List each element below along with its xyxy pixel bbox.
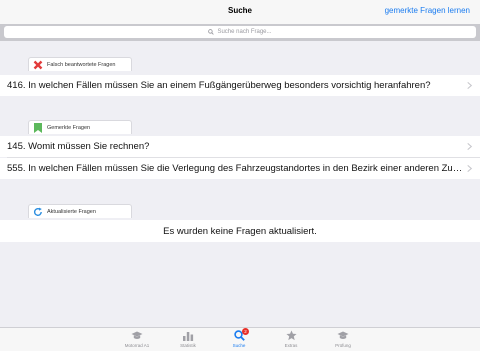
tab-label: Motorrad A1 (124, 343, 150, 348)
section-title: Falsch beantwortete Fragen (47, 61, 116, 68)
question-text: 145. Womit müssen Sie rechnen? (7, 141, 150, 152)
chevron-right-icon (467, 81, 473, 90)
tab-statistik[interactable]: Statistik (163, 330, 213, 351)
star-icon (285, 330, 297, 341)
tab-pruefung[interactable]: Prüfung (318, 330, 368, 351)
search-icon (208, 29, 215, 35)
empty-state-text: Es wurden keine Fragen aktualisiert. (163, 225, 317, 237)
list-item-bookmarked-555[interactable]: 555. In welchen Fällen müssen Sie die Ve… (0, 158, 480, 179)
graduation-cap-icon (131, 330, 143, 341)
tab-extras[interactable]: Extras (266, 330, 316, 351)
chevron-right-icon (467, 142, 473, 151)
section-title: Aktualisierte Fragen (47, 208, 96, 215)
blue-refresh-icon (33, 207, 43, 217)
green-bookmark-icon (33, 122, 43, 133)
section-title: Gemerkte Fragen (47, 124, 91, 131)
bar-chart-icon (182, 330, 194, 341)
tab-label: Prüfung (335, 343, 351, 348)
question-text: 555. In welchen Fällen müssen Sie die Ve… (7, 163, 464, 174)
section-header-wrong: Falsch beantwortete Fragen (28, 57, 132, 71)
section-header-updated: Aktualisierte Fragen (28, 204, 132, 218)
tab-suche[interactable]: 2 Suche (214, 328, 264, 351)
tab-label: Statistik (180, 343, 196, 348)
chevron-right-icon (467, 164, 473, 173)
search-placeholder: Suche nach Frage... (217, 29, 272, 35)
search-icon: 2 (233, 328, 249, 341)
notification-badge: 2 (242, 328, 249, 335)
question-text: 416. In welchen Fällen müssen Sie an ein… (7, 80, 431, 91)
tab-bar: Motorrad A1 Statistik 2 Suche Extras Prü… (0, 327, 480, 351)
tab-label: Suche (232, 343, 246, 348)
search-bar: Suche nach Frage... (0, 24, 480, 41)
navigation-bar: Suche gemerkte Fragen lernen (0, 0, 480, 24)
graduation-cap-icon (337, 330, 349, 341)
search-input[interactable]: Suche nach Frage... (4, 26, 476, 38)
list-item-bookmarked-145[interactable]: 145. Womit müssen Sie rechnen? (0, 136, 480, 157)
tab-label: Extras (284, 343, 298, 348)
red-x-icon (33, 60, 43, 70)
list-item-wrong-416[interactable]: 416. In welchen Fällen müssen Sie an ein… (0, 75, 480, 96)
empty-state: Es wurden keine Fragen aktualisiert. (0, 220, 480, 242)
tab-motorrad-a1[interactable]: Motorrad A1 (112, 330, 162, 351)
section-header-bookmarked: Gemerkte Fragen (28, 120, 132, 134)
learn-bookmarked-button[interactable]: gemerkte Fragen lernen (385, 6, 470, 15)
